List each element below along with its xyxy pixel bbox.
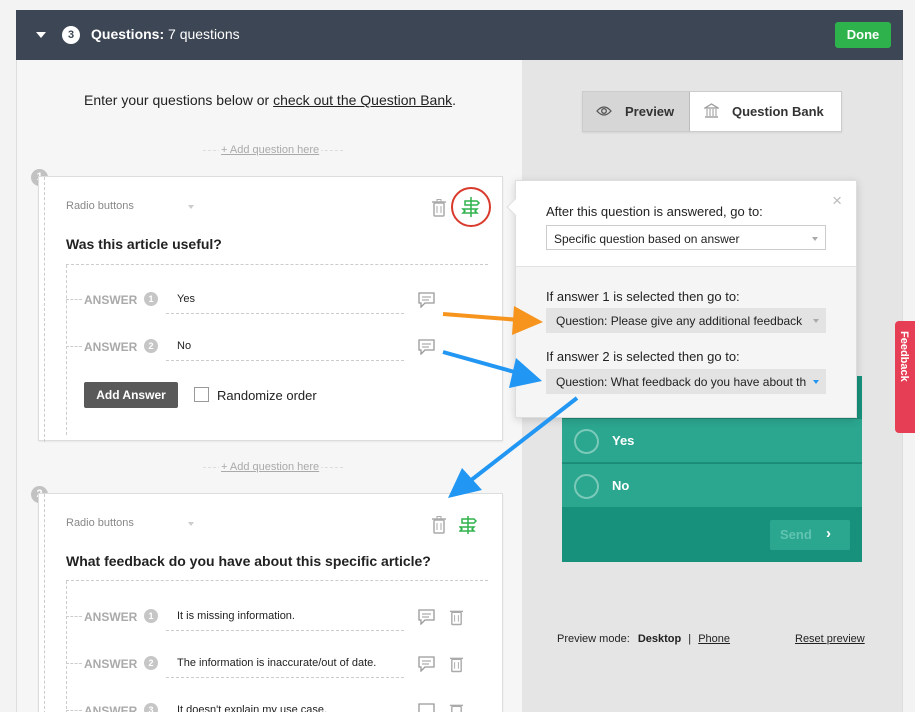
- annotation-arrows: [442, 306, 579, 498]
- feedback-tab-label: Feedback: [898, 331, 910, 382]
- feedback-tab[interactable]: Feedback: [895, 321, 915, 433]
- blue-arrow-icon: [448, 396, 579, 498]
- orange-arrow-icon: [442, 306, 543, 335]
- blue-arrow-icon: [442, 350, 542, 388]
